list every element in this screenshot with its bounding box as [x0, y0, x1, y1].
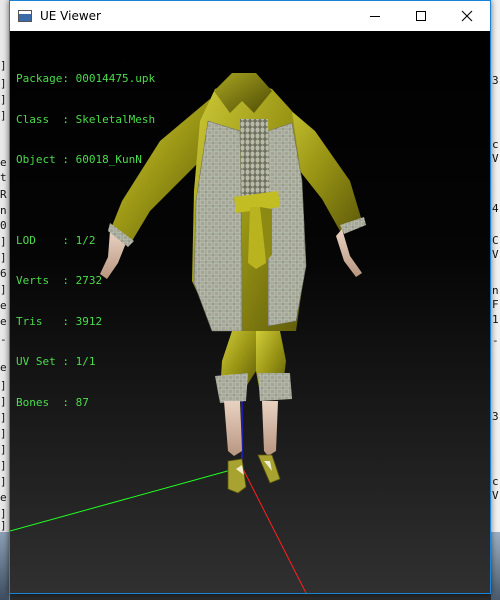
info-label: LOD: [16, 233, 63, 247]
info-row-lod: LOD : 1/2: [16, 233, 96, 247]
info-label: Bones: [16, 395, 63, 409]
background-text: n: [0, 204, 7, 217]
background-text: V: [492, 489, 499, 502]
info-value: 3912: [75, 314, 103, 328]
info-label: Object: [16, 153, 63, 166]
3d-viewport[interactable]: Package: 00014475.upk Class : SkeletalMe…: [10, 31, 490, 593]
background-text: ]: [0, 443, 7, 456]
info-row-uvset: UV Set : 1/1: [16, 355, 96, 368]
background-text: V: [492, 152, 499, 165]
info-label: Verts: [16, 274, 63, 287]
info-value: 1/2: [75, 233, 96, 247]
background-text: ]: [0, 395, 7, 408]
info-row-bones: Bones : 87: [16, 395, 89, 409]
info-label: Package: [16, 72, 63, 85]
minimize-icon: [370, 16, 380, 17]
background-text: ]: [0, 77, 7, 90]
window-controls: [352, 1, 490, 31]
background-text: C: [492, 234, 499, 247]
background-text: ]: [0, 519, 7, 532]
background-text: e: [0, 361, 7, 374]
background-text: -: [492, 334, 499, 347]
minimize-button[interactable]: [352, 1, 398, 31]
info-row-verts: Verts : 2732: [16, 274, 103, 287]
info-row-class: Class : SkeletalMesh: [16, 112, 156, 126]
background-window-right-strip: 3 c V 4 C V n F 1 - 3 c V: [491, 0, 500, 600]
background-text: ]: [0, 427, 7, 440]
background-text: ]: [0, 379, 7, 392]
background-text: 4: [492, 202, 499, 215]
close-button[interactable]: [444, 1, 490, 31]
background-text: c: [492, 475, 499, 488]
info-label: Class: [16, 112, 63, 126]
ue-viewer-window: UE Viewer Package: 00014475.upk Class: …: [9, 0, 491, 594]
background-text: 1: [492, 313, 499, 326]
axis-y-line: [10, 466, 243, 532]
background-text: ]: [0, 411, 7, 424]
background-text: e: [0, 299, 7, 312]
background-text: F: [492, 298, 499, 311]
info-row-object: Object : 60018_KunN: [16, 153, 142, 166]
background-text: -: [0, 333, 7, 346]
background-text: ]: [0, 235, 7, 248]
background-text: c: [492, 138, 499, 151]
mesh-info-overlay: Package: 00014475.upk Class : SkeletalMe…: [16, 45, 155, 436]
background-text: ]: [0, 109, 7, 122]
background-text: e: [0, 156, 7, 169]
maximize-icon: [416, 11, 426, 21]
background-text: R: [0, 188, 7, 201]
info-value: 00014475.upk: [75, 72, 156, 85]
background-text: n: [492, 284, 499, 297]
background-text: ]: [0, 251, 7, 264]
background-text: V: [492, 248, 499, 261]
info-spacer: [16, 194, 155, 207]
background-text: ]: [0, 475, 7, 488]
info-value: 60018_KunN: [75, 153, 142, 166]
info-value: 2732: [75, 274, 103, 287]
desktop-background: [0, 532, 9, 600]
close-icon: [461, 10, 473, 22]
background-text: ]: [0, 459, 7, 472]
background-text: ]: [0, 93, 7, 106]
background-text: 3: [492, 74, 499, 87]
axis-x-line: [241, 466, 307, 593]
maximize-button[interactable]: [398, 1, 444, 31]
window-title: UE Viewer: [40, 9, 101, 23]
info-row-package: Package: 00014475.upk: [16, 72, 156, 85]
title-bar[interactable]: UE Viewer: [10, 1, 490, 31]
background-text: 6: [0, 267, 7, 280]
info-label: UV Set: [16, 355, 63, 368]
info-row-tris: Tris : 3912: [16, 314, 103, 328]
info-label: Tris: [16, 314, 63, 328]
app-window-icon: [18, 10, 32, 22]
background-text: 3: [492, 410, 499, 423]
background-text: e: [0, 315, 7, 328]
info-value: SkeletalMesh: [75, 112, 156, 126]
desktop-background: [491, 532, 500, 600]
background-text: t: [0, 171, 7, 184]
info-value: 87: [75, 395, 89, 409]
info-value: 1/1: [75, 355, 96, 368]
background-text: e: [0, 491, 7, 504]
background-text: ]: [0, 59, 7, 72]
background-text: ]: [0, 283, 7, 296]
background-text: 0: [0, 219, 7, 232]
